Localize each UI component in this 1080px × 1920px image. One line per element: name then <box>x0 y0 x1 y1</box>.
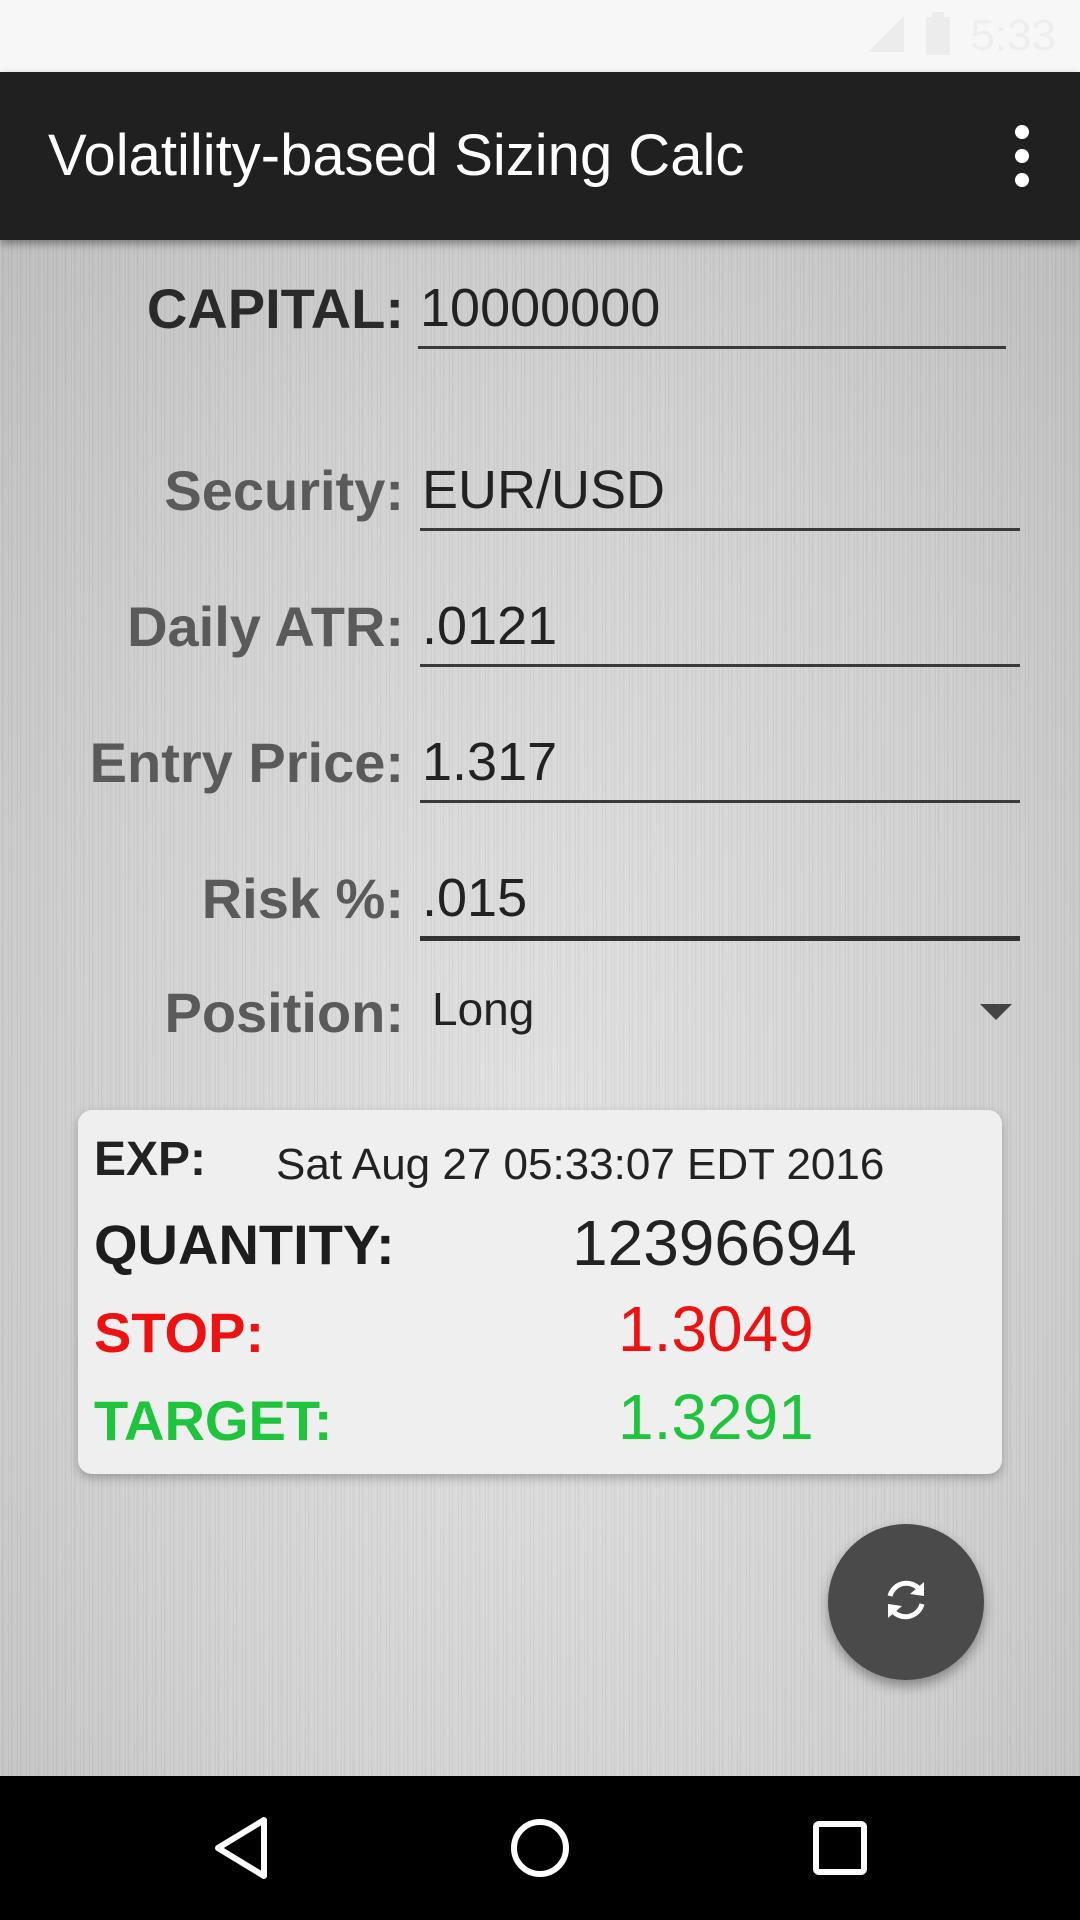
entry-price-label: Entry Price: <box>89 731 404 794</box>
status-bar: 5:33 <box>0 0 1080 72</box>
navigation-bar <box>0 1776 1080 1920</box>
quantity-value: 12396694 <box>572 1207 857 1279</box>
battery-icon <box>924 11 952 61</box>
recents-icon[interactable] <box>800 1808 880 1888</box>
target-label: TARGET: <box>94 1389 333 1452</box>
stop-value: 1.3049 <box>618 1293 814 1365</box>
capital-field[interactable] <box>418 270 1008 349</box>
security-field[interactable] <box>420 452 1022 531</box>
risk-input[interactable] <box>420 860 1022 936</box>
entry-price-input[interactable] <box>420 724 1022 800</box>
more-vert-icon[interactable] <box>986 120 1058 192</box>
dropdown-arrow-icon <box>980 1004 1012 1020</box>
entry-price-field[interactable] <box>420 724 1022 803</box>
capital-input[interactable] <box>418 270 1008 346</box>
security-input[interactable] <box>420 452 1022 528</box>
position-dropdown[interactable]: Long <box>420 968 1020 1058</box>
refresh-button[interactable] <box>828 1524 984 1680</box>
target-value: 1.3291 <box>618 1381 814 1453</box>
back-icon[interactable] <box>202 1808 282 1888</box>
status-icons: 5:33 <box>866 10 1056 62</box>
position-value: Long <box>432 983 535 1035</box>
home-icon[interactable] <box>500 1808 580 1888</box>
status-time: 5:33 <box>970 11 1056 60</box>
atr-field[interactable] <box>420 588 1022 667</box>
app-bar: Volatility-based Sizing Calc <box>0 72 1080 240</box>
position-label: Position: <box>164 981 404 1044</box>
exp-label: EXP: <box>94 1133 207 1186</box>
security-label: Security: <box>164 459 404 522</box>
results-card: EXP: Sat Aug 27 05:33:07 EDT 2016 QUANTI… <box>78 1110 1002 1474</box>
app-title: Volatility-based Sizing Calc <box>48 123 745 188</box>
atr-input[interactable] <box>420 588 1022 664</box>
refresh-icon <box>880 1574 932 1631</box>
signal-icon <box>866 14 906 59</box>
atr-label: Daily ATR: <box>127 595 404 658</box>
exp-value: Sat Aug 27 05:33:07 EDT 2016 <box>276 1140 885 1189</box>
risk-field[interactable] <box>420 860 1022 941</box>
stop-label: STOP: <box>94 1301 265 1364</box>
quantity-label: QUANTITY: <box>94 1213 395 1276</box>
capital-label: CAPITAL: <box>146 277 404 340</box>
risk-label: Risk %: <box>201 867 404 930</box>
